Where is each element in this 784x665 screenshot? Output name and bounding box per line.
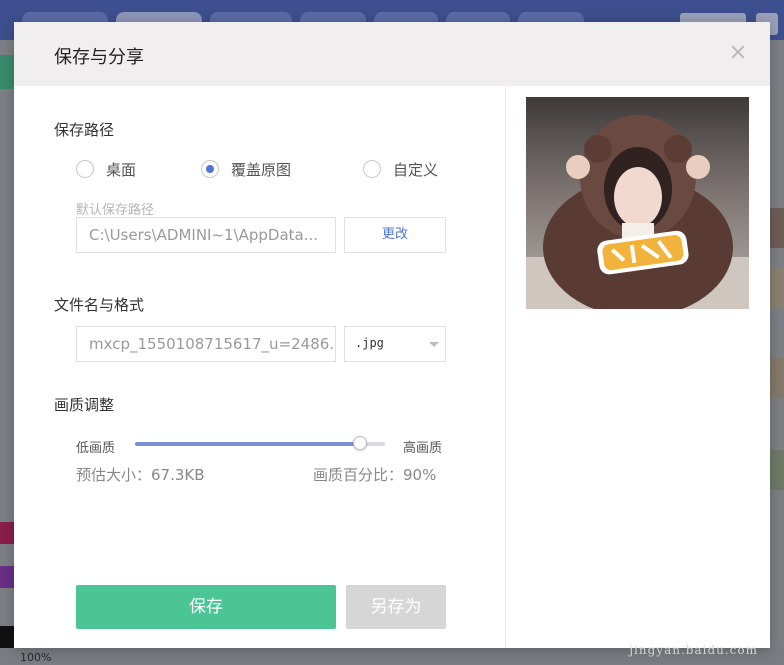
panel-divider: [505, 86, 506, 648]
close-icon[interactable]: [728, 42, 748, 62]
radio-custom[interactable]: 自定义: [363, 159, 438, 179]
quality-slider-handle[interactable]: [353, 436, 367, 450]
save-path-title: 保存路径: [54, 121, 115, 139]
dialog-title: 保存与分享: [54, 47, 144, 68]
radio-label: 自定义: [393, 160, 439, 179]
radio-label: 桌面: [106, 160, 137, 179]
left-panel-swatch: [0, 522, 14, 544]
high-quality-label: 高画质: [403, 441, 443, 456]
sticker-thumbnail: [770, 208, 784, 248]
radio-overwrite-original[interactable]: 覆盖原图: [201, 159, 291, 179]
filename-field[interactable]: mxcp_1550108715617_u=2486...: [76, 326, 336, 362]
app-right-panel: [770, 40, 784, 665]
watermark: jingyan.baidu.com: [629, 643, 758, 657]
save-share-dialog: 保存与分享 保存路径 桌面 覆盖原图 自定义 默认保存路径 C:\Users\A…: [14, 22, 770, 648]
quality-percent: 画质百分比：90%: [313, 466, 437, 484]
radio-button: [76, 160, 94, 178]
change-path-button[interactable]: 更改: [344, 217, 446, 253]
save-as-button[interactable]: 另存为: [346, 585, 446, 629]
format-select[interactable]: .jpg: [344, 326, 446, 362]
zoom-level: 100%: [20, 651, 52, 664]
default-path-hint: 默认保存路径: [76, 203, 155, 218]
filename-format-title: 文件名与格式: [54, 296, 145, 314]
estimated-size: 预估大小：67.3KB: [76, 466, 205, 484]
quality-title: 画质调整: [54, 396, 115, 414]
radio-desktop[interactable]: 桌面: [76, 159, 136, 179]
image-preview: [526, 97, 749, 309]
dialog-header: 保存与分享: [14, 22, 770, 86]
sticker-thumbnail: [770, 450, 784, 490]
format-value: .jpg: [355, 336, 384, 350]
app-left-panel: [0, 40, 14, 665]
radio-label: 覆盖原图: [231, 160, 292, 179]
sticker-thumbnail: [770, 268, 784, 308]
left-panel-swatch: [0, 626, 14, 648]
sticker-thumbnail: [770, 358, 784, 398]
left-panel-swatch: [0, 566, 14, 588]
save-path-field[interactable]: C:\Users\ADMINI~1\AppData...: [76, 217, 336, 253]
radio-button-checked: [201, 160, 219, 178]
preview-photo: [526, 97, 749, 309]
left-panel-swatch: [0, 55, 14, 89]
chevron-down-icon: [429, 342, 439, 347]
quality-slider[interactable]: [135, 436, 385, 450]
radio-button: [363, 160, 381, 178]
save-button[interactable]: 保存: [76, 585, 336, 629]
low-quality-label: 低画质: [76, 441, 116, 456]
quality-slider-fill: [135, 442, 360, 446]
